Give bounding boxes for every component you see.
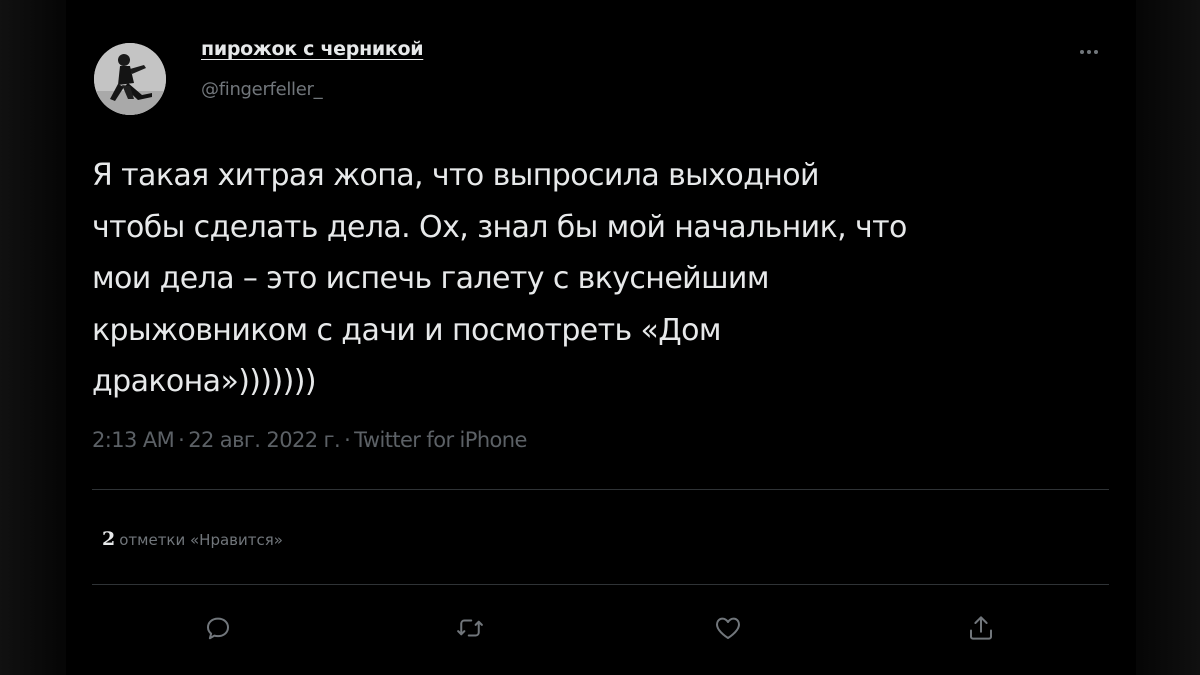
tweet-text-line: мои дела – это испечь галету с вкуснейши… [92, 261, 769, 296]
share-button[interactable] [963, 610, 999, 646]
background-edge-left [0, 0, 60, 675]
tweet-source[interactable]: Twitter for iPhone [354, 428, 527, 452]
tweet-text: Я такая хитрая жопа, что выпросила выход… [92, 150, 1122, 408]
likes-label: отметки «Нравится» [119, 531, 283, 549]
tweet-time[interactable]: 2:13 AM [92, 428, 175, 452]
avatar[interactable] [94, 43, 166, 115]
retweet-button[interactable] [452, 610, 488, 646]
screenshot-stage: пирожок с черникой @fingerfeller_ Я така… [0, 0, 1200, 675]
more-dot-icon [1087, 50, 1091, 54]
more-dot-icon [1094, 50, 1098, 54]
share-icon [970, 616, 992, 640]
author-handle[interactable]: @fingerfeller_ [201, 79, 323, 100]
tweet-meta: 2:13 AM · 22 авг. 2022 г. · Twitter for iPho… [92, 428, 527, 452]
retweet-icon [457, 619, 483, 637]
likes-count: 2 [102, 528, 116, 550]
tweet-date[interactable]: 22 авг. 2022 г. [188, 428, 340, 452]
author-name[interactable]: пирожок с черникой [201, 38, 424, 60]
tweet-text-line: дракона»))))))) [92, 364, 317, 399]
avatar-photo [94, 43, 166, 115]
tweet-text-line: крыжовником с дачи и посмотреть «Дом [92, 312, 722, 348]
tweet-text-line: чтобы сделать дела. Ох, знал бы мой нача… [92, 209, 907, 245]
more-dot-icon [1080, 50, 1084, 54]
reply-button[interactable] [200, 610, 236, 646]
reply-icon [207, 617, 229, 640]
divider [92, 489, 1109, 490]
background-edge-right [1140, 0, 1200, 675]
divider [92, 584, 1109, 585]
likes-stat[interactable]: 2 отметки «Нравится» [102, 528, 283, 550]
meta-separator: · [344, 428, 351, 452]
tweet-card: пирожок с черникой @fingerfeller_ Я така… [66, 0, 1136, 675]
more-options-button[interactable] [1069, 40, 1109, 64]
heart-icon [716, 617, 740, 639]
like-button[interactable] [710, 610, 746, 646]
meta-separator: · [178, 428, 185, 452]
tweet-text-line: Я такая хитрая жопа, что выпросила выход… [92, 158, 820, 193]
